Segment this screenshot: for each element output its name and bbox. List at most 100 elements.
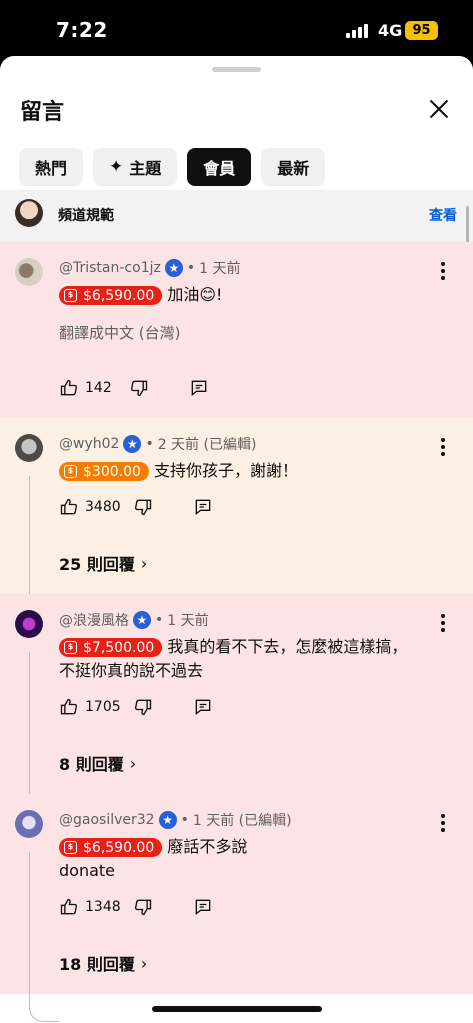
reply-icon[interactable] (189, 378, 209, 398)
comment-text: 加油😊! (167, 285, 223, 304)
like-icon[interactable] (59, 378, 79, 398)
avatar[interactable] (15, 434, 43, 462)
close-icon[interactable] (424, 94, 454, 124)
separator-dot: • (186, 260, 196, 276)
comment-meta: @gaosilver32 ★ • 1 天前 (已編輯) (59, 810, 292, 830)
amount-text: $7,500.00 (83, 639, 155, 656)
chip-label: 熱門 (35, 159, 68, 178)
chip-members[interactable]: 會員 (187, 148, 252, 186)
separator-dot: • (155, 612, 164, 628)
comment-actions: 1348 (59, 895, 213, 919)
network-type: 4G (378, 21, 403, 40)
chip-top[interactable]: 熱門 (19, 148, 84, 186)
reply-icon[interactable] (193, 897, 213, 917)
comment-body: $ $7,500.00 我真的看不下去，怎麼被這樣搞， 不挺你真的說不過去 (59, 635, 439, 683)
amount-text: $6,590.00 (83, 287, 155, 304)
like-icon[interactable] (59, 497, 79, 517)
translate-link[interactable]: 翻譯成中文 (台灣) (59, 322, 180, 343)
more-options-icon[interactable] (436, 262, 450, 280)
sheet-title: 留言 (20, 100, 65, 125)
view-replies-button[interactable]: 18 則回覆 › (59, 951, 147, 975)
super-chat-amount: $ $300.00 (59, 462, 149, 481)
super-chat-amount: $ $7,500.00 (59, 638, 163, 657)
comment-meta: @Tristan-co1jz ★ • 1 天前 (59, 258, 240, 278)
dislike-icon[interactable] (133, 897, 153, 917)
comment-actions: 1705 (59, 695, 213, 719)
channel-guidelines: 頻道規範 查看 (0, 190, 473, 242)
chevron-right-icon: › (140, 953, 148, 973)
guidelines-label: 頻道規範 (58, 208, 114, 224)
like-icon[interactable] (59, 697, 79, 717)
comment-time: 1 天前 (199, 261, 241, 277)
author-name[interactable]: @浪漫風格 (59, 610, 129, 630)
view-guidelines-link[interactable]: 查看 (429, 205, 457, 225)
comment-meta: @浪漫風格 ★ • 1 天前 (59, 610, 209, 630)
dislike-icon[interactable] (129, 378, 149, 398)
like-count: 142 (85, 380, 112, 396)
replies-label: 8 則回覆 (59, 755, 124, 774)
chip-label: 最新 (277, 159, 310, 178)
more-options-icon[interactable] (436, 438, 450, 456)
sparkle-icon: ✦ (109, 157, 124, 177)
comment-body: $ $6,590.00 加油😊! (59, 283, 439, 307)
comment-text: 廢話不多說 (167, 837, 248, 856)
view-replies-button[interactable]: 8 則回覆 › (59, 751, 136, 775)
member-star-icon: ★ (158, 811, 177, 829)
author-name[interactable]: @gaosilver32 (59, 812, 155, 828)
avatar[interactable] (15, 610, 43, 638)
replies-label: 18 則回覆 (59, 955, 135, 974)
like-count: 1705 (85, 699, 121, 715)
signal-icon (346, 24, 372, 38)
chip-newest[interactable]: 最新 (261, 148, 326, 186)
replies-label: 25 則回覆 (59, 555, 135, 574)
comment-body: $ $6,590.00 廢話不多說 donate (59, 835, 439, 883)
author-name[interactable]: @wyh02 (59, 436, 119, 452)
more-options-icon[interactable] (436, 614, 450, 632)
separator-dot: • (145, 436, 154, 452)
amount-text: $6,590.00 (83, 839, 155, 856)
status-time: 7:22 (56, 18, 108, 42)
member-star-icon: ★ (123, 435, 142, 453)
status-bar: 7:22 4G 95 (0, 0, 473, 60)
thread-line (29, 852, 59, 1022)
comment-item: @浪漫風格 ★ • 1 天前 $ $7,500.00 我真的看不下去，怎麼被這樣搞… (0, 594, 473, 822)
channel-avatar (15, 199, 43, 227)
drag-handle[interactable] (212, 67, 261, 72)
author-name[interactable]: @Tristan-co1jz (59, 260, 161, 276)
amount-text: $300.00 (83, 463, 141, 480)
comment-item: @Tristan-co1jz ★ • 1 天前 $ $6,590.00 加油😊! … (0, 242, 473, 418)
coin-icon: $ (64, 465, 77, 478)
home-indicator[interactable] (152, 1006, 322, 1012)
chevron-right-icon: › (140, 553, 148, 573)
coin-icon: $ (64, 641, 77, 654)
coin-icon: $ (64, 841, 77, 854)
comment-actions: 142 (59, 376, 209, 400)
comment-item: @gaosilver32 ★ • 1 天前 (已編輯) $ $6,590.00 廢… (0, 794, 473, 1022)
chip-label: 主題 (129, 159, 162, 178)
view-replies-button[interactable]: 25 則回覆 › (59, 551, 147, 575)
super-chat-amount: $ $6,590.00 (59, 838, 163, 857)
filter-chips: 熱門 ✦ 主題 會員 最新 (19, 148, 326, 186)
avatar[interactable] (15, 810, 43, 838)
reply-icon[interactable] (193, 697, 213, 717)
member-star-icon: ★ (133, 611, 151, 629)
chip-topics[interactable]: ✦ 主題 (93, 148, 178, 186)
comment-meta: @wyh02 ★ • 2 天前 (已編輯) (59, 434, 256, 454)
comment-text: 我真的看不下去，怎麼被這樣搞， (167, 637, 408, 656)
comment-text-line2: 不挺你真的說不過去 (59, 661, 204, 680)
dislike-icon[interactable] (133, 497, 153, 517)
comment-time: 2 天前 (已編輯) (157, 437, 257, 453)
reply-icon[interactable] (193, 497, 213, 517)
comment-text-line2: donate (59, 861, 116, 880)
like-count: 3480 (85, 499, 121, 515)
avatar[interactable] (15, 258, 43, 286)
more-options-icon[interactable] (436, 814, 450, 832)
chevron-right-icon: › (129, 753, 137, 773)
chip-label: 會員 (203, 159, 236, 178)
comment-body: $ $300.00 支持你孩子，謝謝！ (59, 459, 439, 483)
dislike-icon[interactable] (133, 697, 153, 717)
member-star-icon: ★ (164, 259, 183, 277)
like-icon[interactable] (59, 897, 79, 917)
separator-dot: • (180, 812, 189, 828)
coin-icon: $ (64, 289, 77, 302)
